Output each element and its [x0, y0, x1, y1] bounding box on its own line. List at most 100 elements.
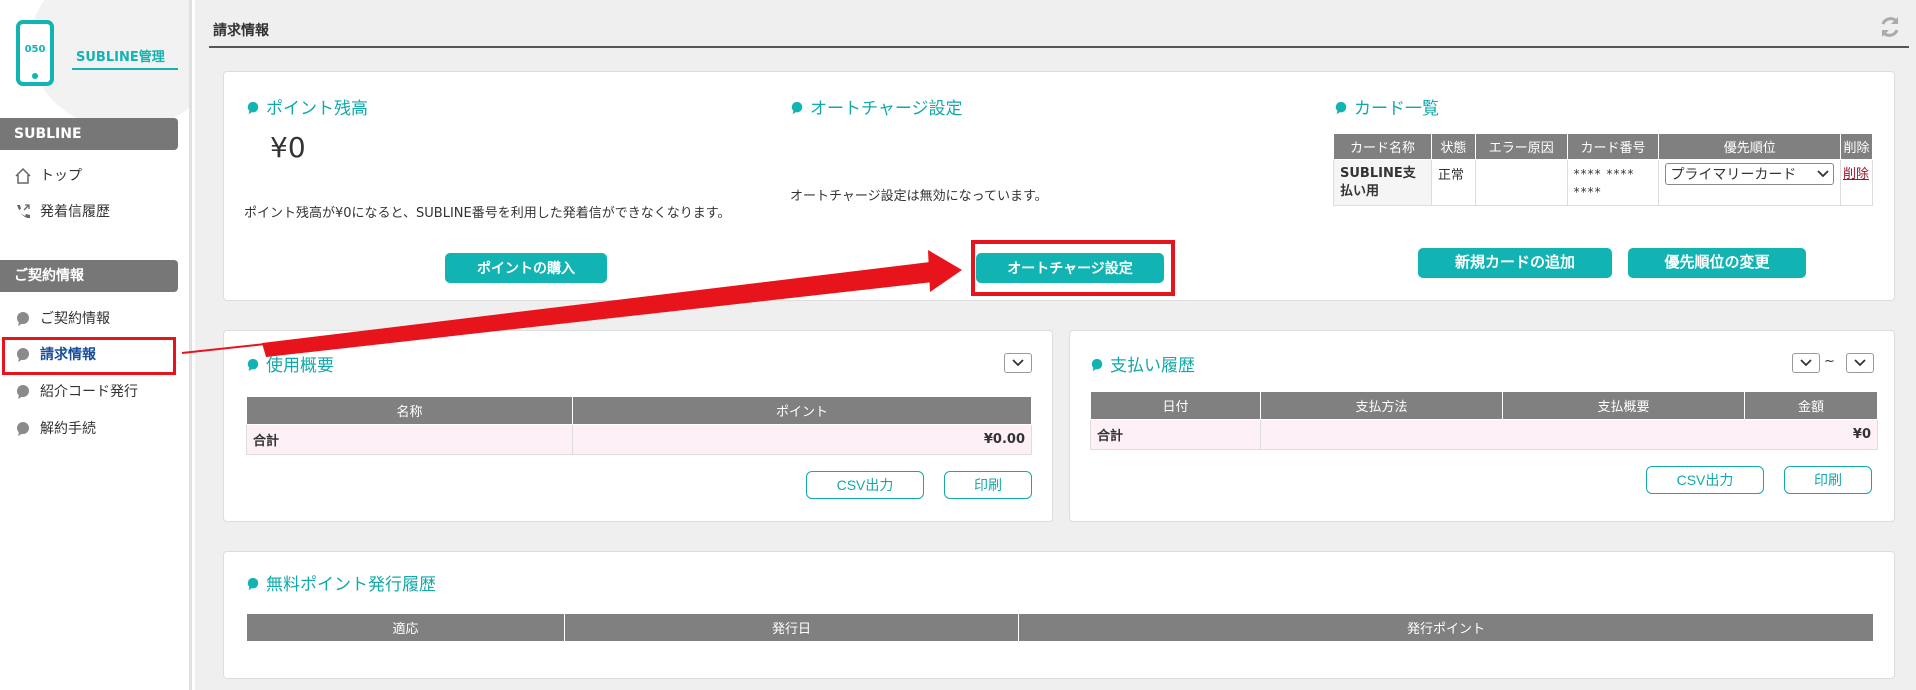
col-card-number: カード番号: [1566, 133, 1660, 160]
usage-period-select[interactable]: [1004, 353, 1032, 373]
speech-bubble-icon: [14, 383, 32, 401]
sidebar: 050 SUBLINE管理 SUBLINE トップ 発着信履歴 ご契約情報 ご契…: [0, 0, 192, 690]
autocharge-title-label: オートチャージ設定: [810, 99, 963, 119]
main-content: 請求情報 ポイント残高 ¥0 ポイント残高が¥0になると、SUBLINE番号を利…: [195, 0, 1916, 690]
delete-card-link[interactable]: 削除: [1843, 167, 1869, 182]
usage-print-button[interactable]: 印刷: [944, 471, 1032, 499]
col-issue-date: 発行日: [564, 613, 1019, 642]
card-name-line1: SUBLINE支: [1340, 165, 1416, 181]
free-points-panel: 無料ポイント発行履歴 適応 発行日 発行ポイント: [223, 551, 1895, 679]
buy-points-button[interactable]: ポイントの購入: [445, 253, 607, 283]
sidebar-item-cancellation[interactable]: 解約手続: [14, 417, 96, 441]
payments-table: 日付 支払方法 支払概要 金額 合計 ¥0: [1090, 391, 1878, 450]
change-priority-button[interactable]: 優先順位の変更: [1628, 248, 1806, 278]
sidebar-item-label: 発着信履歴: [40, 204, 110, 220]
points-title: ポイント残高: [246, 94, 368, 119]
phone-call-icon: [14, 203, 32, 221]
chevron-down-icon: [1800, 355, 1812, 371]
autocharge-title: オートチャージ設定: [790, 94, 963, 119]
card-name-line2: 払い用: [1340, 183, 1380, 199]
col-points: ポイント: [572, 396, 1032, 425]
autocharge-status: オートチャージ設定は無効になっています。: [790, 189, 1048, 204]
usage-title-label: 使用概要: [266, 356, 334, 376]
logo-background: [30, 0, 189, 130]
points-title-label: ポイント残高: [266, 99, 368, 119]
col-delete: 削除: [1840, 133, 1873, 160]
payments-total-value: ¥0: [1260, 419, 1878, 450]
sidebar-highlight-box: [2, 337, 176, 375]
sidebar-item-referral-code[interactable]: 紹介コード発行: [14, 380, 138, 404]
col-amount: 金額: [1744, 391, 1878, 420]
logo-underline: [72, 68, 178, 70]
card-list-title: カード一覧: [1334, 94, 1439, 119]
col-issued-points: 発行ポイント: [1018, 613, 1874, 642]
chevron-down-icon: [1012, 355, 1024, 371]
teal-bubble-icon: [1334, 100, 1348, 114]
logo-title[interactable]: SUBLINE管理: [76, 46, 165, 65]
free-points-table: 適応 発行日 発行ポイント: [246, 613, 1874, 642]
usage-panel: 使用概要 名称 ポイント 合計 ¥0.00 CSV出力 印刷: [223, 330, 1053, 522]
page-title: 請求情報: [213, 23, 269, 39]
priority-select-value: プライマリーカード: [1670, 167, 1797, 183]
refresh-icon[interactable]: [1877, 14, 1903, 40]
teal-bubble-icon: [1090, 357, 1104, 371]
payments-csv-button[interactable]: CSV出力: [1646, 466, 1764, 494]
table-row: 合計 ¥0.00: [246, 424, 1032, 455]
points-balance: ¥0: [270, 131, 306, 164]
payments-print-button[interactable]: 印刷: [1784, 466, 1872, 494]
payments-range-separator: ~: [1824, 354, 1835, 369]
logo-number: 050: [24, 44, 46, 55]
phone-logo-icon: 050: [16, 20, 54, 86]
sidebar-item-contract-info[interactable]: ご契約情報: [14, 307, 110, 331]
speech-bubble-icon: [14, 420, 32, 438]
card-delete-cell: 削除: [1840, 159, 1873, 206]
sidebar-item-label: トップ: [40, 168, 82, 184]
card-number-line2: ****: [1573, 184, 1602, 199]
col-status: 状態: [1430, 133, 1476, 160]
col-error: エラー原因: [1474, 133, 1568, 160]
add-card-button[interactable]: 新規カードの追加: [1418, 248, 1612, 278]
teal-bubble-icon: [246, 357, 260, 371]
payments-title-label: 支払い履歴: [1110, 356, 1195, 376]
card-status-cell: 正常: [1430, 159, 1476, 206]
sidebar-item-call-history[interactable]: 発着信履歴: [14, 200, 110, 224]
usage-csv-button[interactable]: CSV出力: [806, 471, 924, 499]
payments-title: 支払い履歴: [1090, 351, 1195, 376]
teal-bubble-icon: [246, 576, 260, 590]
payments-from-select[interactable]: [1792, 353, 1820, 373]
payments-to-select[interactable]: [1846, 353, 1874, 373]
col-payment-summary: 支払概要: [1502, 391, 1745, 420]
sidebar-item-label: 紹介コード発行: [40, 384, 138, 400]
table-row: SUBLINE支 払い用 正常 **** **** **** プライマリーカード…: [1333, 159, 1873, 206]
chevron-down-icon: [1854, 355, 1866, 371]
card-priority-cell: プライマリーカード: [1658, 159, 1842, 206]
sidebar-item-label: 解約手続: [40, 421, 96, 437]
usage-total-value: ¥0.00: [572, 424, 1032, 455]
card-name-cell: SUBLINE支 払い用: [1333, 159, 1432, 206]
sidebar-section-subline: SUBLINE: [0, 118, 178, 150]
sidebar-item-label: ご契約情報: [40, 311, 110, 327]
points-note: ポイント残高が¥0になると、SUBLINE番号を利用した発着信ができなくなります…: [244, 206, 731, 221]
col-name: 名称: [246, 396, 573, 425]
sidebar-section-contract: ご契約情報: [0, 260, 178, 292]
payments-total-label: 合計: [1090, 419, 1261, 450]
chevron-down-icon: [1817, 166, 1829, 182]
usage-title: 使用概要: [246, 351, 334, 376]
sidebar-item-top[interactable]: トップ: [14, 164, 82, 188]
payments-panel: 支払い履歴 ~ 日付 支払方法 支払概要 金額 合計 ¥0 CSV出力 印刷: [1069, 330, 1895, 522]
col-applied: 適応: [246, 613, 565, 642]
home-icon: [14, 167, 32, 185]
autocharge-highlight-box: [971, 240, 1175, 296]
col-priority: 優先順位: [1658, 133, 1842, 160]
speech-bubble-icon: [14, 310, 32, 328]
teal-bubble-icon: [246, 100, 260, 114]
free-points-title-label: 無料ポイント発行履歴: [266, 575, 436, 595]
table-row: 合計 ¥0: [1090, 419, 1878, 450]
col-date: 日付: [1090, 391, 1261, 420]
col-payment-method: 支払方法: [1260, 391, 1503, 420]
priority-select[interactable]: プライマリーカード: [1665, 163, 1835, 185]
card-table: カード名称 状態 エラー原因 カード番号 優先順位 削除 SUBLINE支 払い…: [1333, 133, 1873, 206]
page-header: 請求情報: [209, 14, 1909, 48]
card-number-cell: **** **** ****: [1566, 159, 1660, 206]
usage-table: 名称 ポイント 合計 ¥0.00: [246, 396, 1032, 455]
